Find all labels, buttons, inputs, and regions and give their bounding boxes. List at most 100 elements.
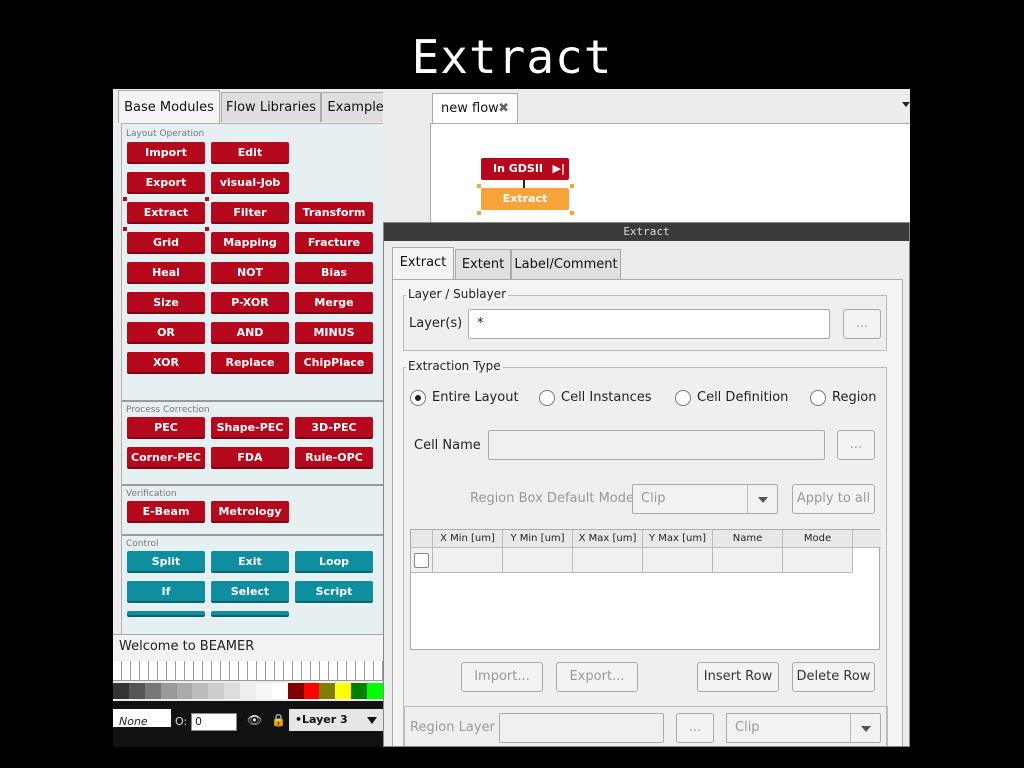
region-mode-select[interactable]: Clip <box>632 484 778 514</box>
module-corner-pec-button[interactable]: Corner-PEC <box>127 447 205 469</box>
region-layer-browse-button[interactable]: ... <box>676 713 714 743</box>
module-merge-button[interactable]: Merge <box>295 292 373 314</box>
table-cell[interactable] <box>783 548 853 573</box>
close-icon[interactable]: ✖ <box>498 94 509 124</box>
tab-base-modules[interactable]: Base Modules <box>118 90 220 123</box>
module-transform-button[interactable]: Transform <box>295 202 373 224</box>
row-checkbox[interactable] <box>414 553 429 568</box>
layer-name-field[interactable]: None <box>119 715 148 728</box>
module-import-button[interactable]: Import <box>127 142 205 164</box>
table-cell[interactable] <box>643 548 713 573</box>
module-filter-button[interactable]: Filter <box>211 202 289 224</box>
radio-region[interactable] <box>810 390 826 406</box>
color-swatch[interactable] <box>160 683 177 699</box>
color-swatch[interactable] <box>224 683 240 699</box>
module-split-button[interactable]: Split <box>127 551 205 573</box>
module-extract-button[interactable]: Extract <box>127 202 205 224</box>
module-and-button[interactable]: AND <box>211 322 289 344</box>
module-chipplace-button[interactable]: ChipPlace <box>295 352 373 374</box>
module-xor-button[interactable]: XOR <box>127 352 205 374</box>
module-shape-pec-button[interactable]: Shape-PEC <box>211 417 289 439</box>
tab-flow-libraries[interactable]: Flow Libraries <box>221 92 321 122</box>
module-or-button[interactable]: OR <box>127 322 205 344</box>
insert-row-button[interactable]: Insert Row <box>697 662 779 692</box>
export-regions-button[interactable]: Export... <box>556 662 638 692</box>
fill-pattern-palette[interactable] <box>113 661 383 681</box>
module-heal-button[interactable]: Heal <box>127 262 205 284</box>
delete-row-button[interactable]: Delete Row <box>792 662 875 692</box>
table-cell[interactable] <box>573 548 643 573</box>
module-not-button[interactable]: NOT <box>211 262 289 284</box>
table-cell[interactable] <box>713 548 783 573</box>
table-cell[interactable] <box>503 548 573 573</box>
color-swatch[interactable] <box>287 683 304 699</box>
tab-label-comment[interactable]: Label/Comment <box>511 249 621 279</box>
module-size-button[interactable]: Size <box>127 292 205 314</box>
table-cell[interactable] <box>433 548 503 573</box>
color-swatch[interactable] <box>128 683 145 699</box>
module-visual-job-button[interactable]: visual-Job <box>211 172 289 194</box>
tab-extract[interactable]: Extract <box>392 247 454 280</box>
module-edit-button[interactable]: Edit <box>211 142 289 164</box>
module-exit-button[interactable]: Exit <box>211 551 289 573</box>
layers-browse-button[interactable]: ... <box>843 309 881 339</box>
layer-selector[interactable]: •Layer 3 <box>289 709 383 731</box>
cell-name-browse-button[interactable]: ... <box>837 430 875 460</box>
color-swatch[interactable] <box>255 683 272 699</box>
color-swatch[interactable] <box>176 683 193 699</box>
color-swatch[interactable] <box>351 683 367 699</box>
module-loop-button[interactable]: Loop <box>295 551 373 573</box>
output-port-icon[interactable]: ▶| <box>553 158 565 180</box>
visibility-eye-icon[interactable]: 👁 <box>247 713 262 727</box>
flow-canvas[interactable]: In GDSII ▶| Extract <box>430 123 910 233</box>
module-fda-button[interactable]: FDA <box>211 447 289 469</box>
flow-node-extract[interactable]: Extract <box>481 188 569 210</box>
color-swatch[interactable] <box>113 683 129 699</box>
color-swatch[interactable] <box>208 683 225 699</box>
radio-entire-layout[interactable] <box>410 390 426 406</box>
module-metrology-button[interactable]: Metrology <box>211 501 289 523</box>
module-fracture-button[interactable]: Fracture <box>295 232 373 254</box>
module-pec-button[interactable]: PEC <box>127 417 205 439</box>
dialog-title[interactable]: Extract <box>384 223 909 241</box>
color-swatch[interactable] <box>192 683 209 699</box>
apply-to-all-button[interactable]: Apply to all <box>792 484 875 514</box>
radio-cell-definition[interactable] <box>675 390 691 406</box>
region-layer-mode-select[interactable]: Clip <box>726 713 881 743</box>
tab-extent[interactable]: Extent <box>455 249 511 279</box>
color-swatch[interactable] <box>271 683 288 699</box>
radio-cell-instances[interactable] <box>539 390 555 406</box>
module-mapping-button[interactable]: Mapping <box>211 232 289 254</box>
color-swatch[interactable] <box>335 683 352 699</box>
table-row[interactable] <box>411 548 433 573</box>
color-palette[interactable] <box>113 683 383 699</box>
module-rule-opc-button[interactable]: Rule-OPC <box>295 447 373 469</box>
color-swatch[interactable] <box>144 683 161 699</box>
module-if-button[interactable]: If <box>127 581 205 603</box>
color-swatch[interactable] <box>240 683 256 699</box>
module-grid-button[interactable]: Grid <box>127 232 205 254</box>
region-table[interactable]: X Min [um] Y Min [um] X Max [um] Y Max [… <box>410 529 881 650</box>
module-bias-button[interactable]: Bias <box>295 262 373 284</box>
flow-node-in-gdsii[interactable]: In GDSII ▶| <box>481 158 569 180</box>
module-3d-pec-button[interactable]: 3D-PEC <box>295 417 373 439</box>
module-script-button[interactable]: Script <box>295 581 373 603</box>
module-select-button[interactable]: Select <box>211 581 289 603</box>
layers-input[interactable]: * <box>468 309 830 339</box>
import-regions-button[interactable]: Import... <box>461 662 543 692</box>
module-replace-button[interactable]: Replace <box>211 352 289 374</box>
color-swatch[interactable] <box>319 683 336 699</box>
tab-new-flow[interactable]: new flow ✖ <box>432 93 518 123</box>
module-p-xor-button[interactable]: P-XOR <box>211 292 289 314</box>
module-e-beam-button[interactable]: E-Beam <box>127 501 205 523</box>
cell-name-input[interactable] <box>488 430 825 460</box>
chevron-down-icon[interactable] <box>902 102 910 107</box>
o-value-stepper[interactable]: 0 <box>191 713 237 731</box>
module-export-button[interactable]: Export <box>127 172 205 194</box>
module-minus-button[interactable]: MINUS <box>295 322 373 344</box>
region-layer-input[interactable] <box>499 713 664 743</box>
color-swatch[interactable] <box>303 683 320 699</box>
lock-icon[interactable]: 🔒 <box>271 713 286 727</box>
color-swatch[interactable] <box>367 683 383 699</box>
tab-examples[interactable]: Examples <box>321 92 383 122</box>
